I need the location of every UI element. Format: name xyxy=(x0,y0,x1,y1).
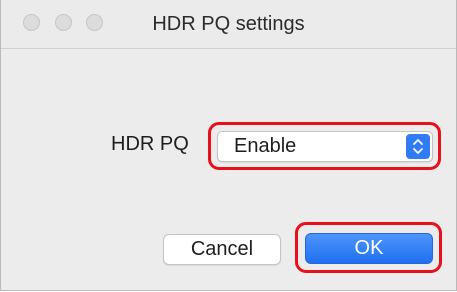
dialog-window: HDR PQ settings HDR PQ Enable Cancel OK xyxy=(0,0,457,291)
hdr-pq-select-value: Enable xyxy=(234,135,297,157)
cancel-button[interactable]: Cancel xyxy=(163,234,281,265)
up-down-chevron-icon[interactable] xyxy=(406,134,430,159)
hdr-pq-label: HDR PQ xyxy=(111,133,189,155)
hdr-pq-select[interactable]: Enable xyxy=(217,131,433,162)
ok-button[interactable]: OK xyxy=(305,233,433,264)
title-bar: HDR PQ settings xyxy=(1,0,456,49)
window-title: HDR PQ settings xyxy=(152,13,305,35)
